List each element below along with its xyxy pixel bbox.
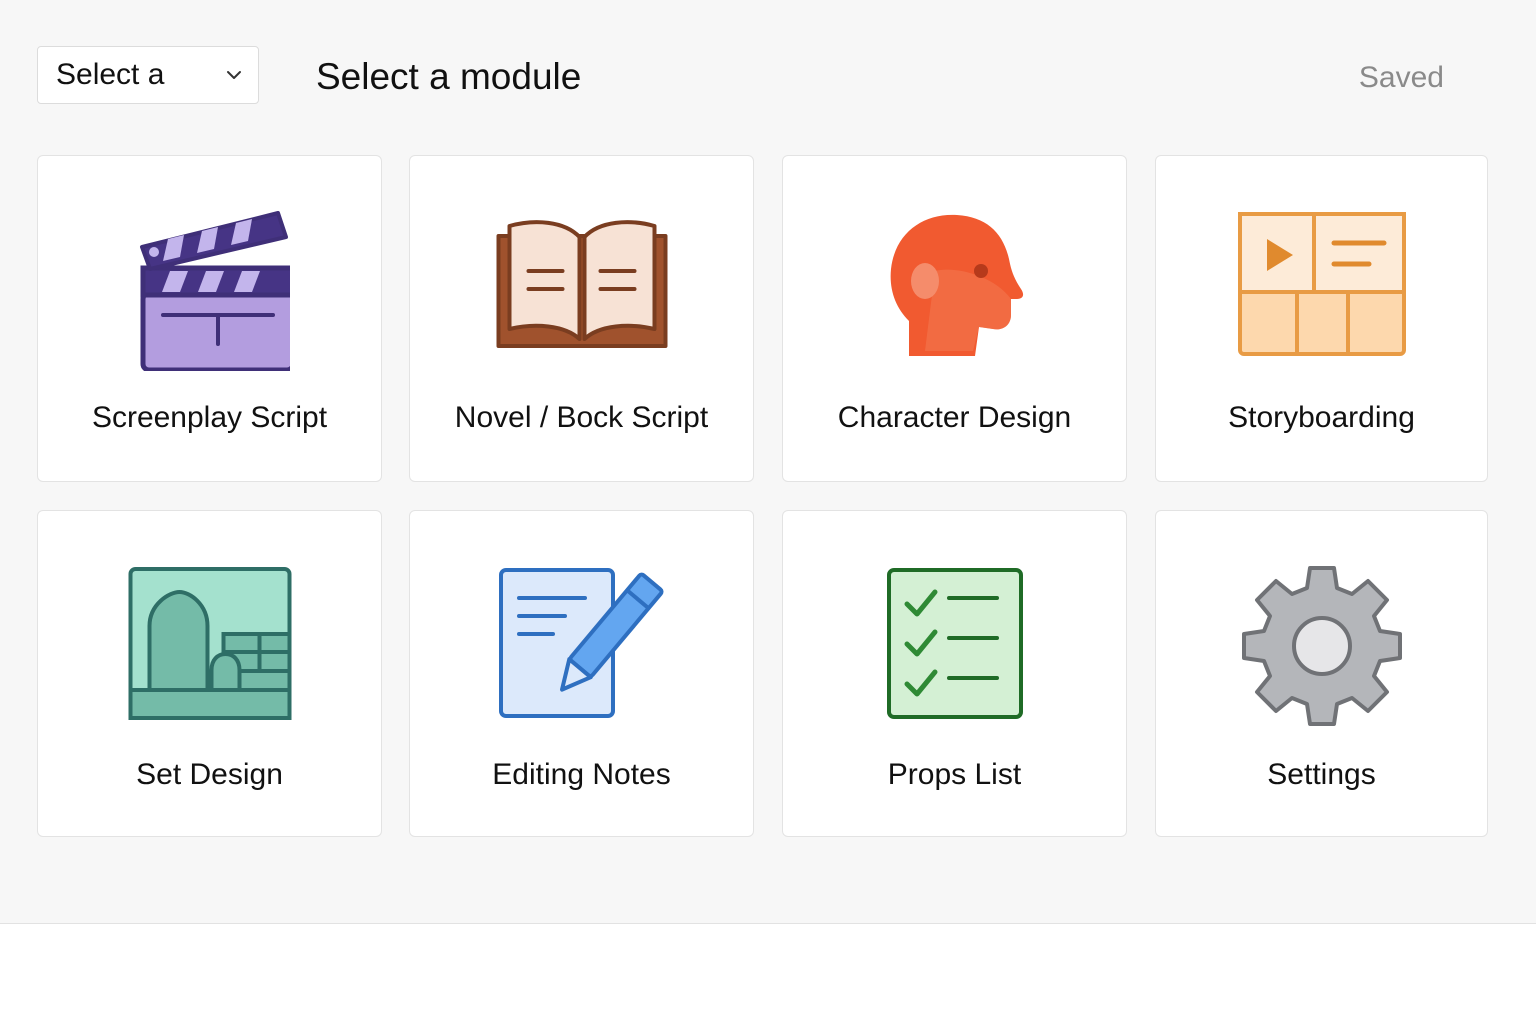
module-label: Settings	[1267, 758, 1376, 791]
module-card-novel-script[interactable]: Novel / Bock Script	[409, 155, 754, 482]
storyboard-icon	[1237, 212, 1406, 356]
module-card-set-design[interactable]: Set Design	[37, 510, 382, 837]
document-pencil-icon	[498, 568, 663, 718]
module-card-editing-notes[interactable]: Editing Notes	[409, 510, 754, 837]
head-profile-icon	[890, 214, 1023, 356]
module-card-settings[interactable]: Settings	[1155, 510, 1488, 837]
module-card-screenplay-script[interactable]: Screenplay Script	[37, 155, 382, 482]
clapperboard-icon	[139, 211, 290, 371]
chevron-down-icon	[227, 71, 241, 79]
stage-set-icon	[128, 567, 291, 720]
module-label: Set Design	[136, 758, 283, 791]
gear-icon	[1241, 566, 1402, 726]
save-status: Saved	[1358, 61, 1444, 94]
module-label: Novel / Bock Script	[454, 401, 709, 434]
module-panel: Select a Select a module Saved Screenpla…	[0, 0, 1536, 924]
module-select-label: Select a	[56, 58, 165, 91]
module-card-storyboarding[interactable]: Storyboarding	[1155, 155, 1488, 482]
module-label: Character Design	[837, 401, 1072, 434]
module-label: Editing Notes	[492, 758, 671, 791]
page-title: Select a module	[316, 56, 582, 97]
checklist-icon	[886, 568, 1023, 719]
module-card-character-design[interactable]: Character Design	[782, 155, 1127, 482]
module-select[interactable]: Select a	[37, 46, 259, 104]
module-label: Screenplay Script	[91, 401, 328, 434]
footer-area	[0, 925, 1536, 1024]
module-label: Storyboarding	[1228, 401, 1415, 434]
module-label: Props List	[887, 758, 1022, 791]
open-book-icon	[496, 220, 667, 348]
module-card-props-list[interactable]: Props List	[782, 510, 1127, 837]
